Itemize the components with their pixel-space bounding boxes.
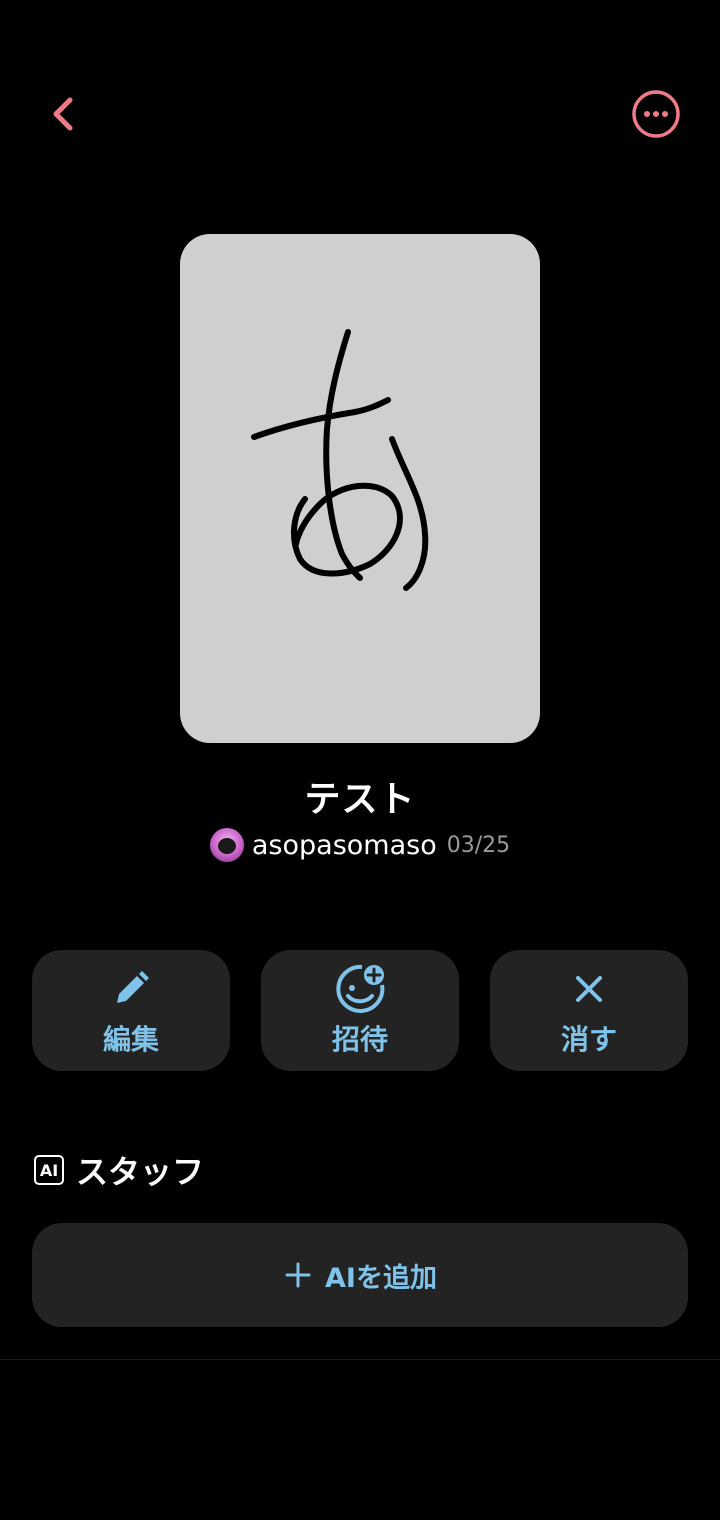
staff-section-title: スタッフ [76,1153,205,1191]
invite-smile-plus-icon [334,964,386,1014]
add-ai-button[interactable]: AIを追加 [32,1223,688,1327]
more-options-button[interactable] [628,86,684,142]
ai-badge-icon: AI [34,1155,64,1185]
invite-button[interactable]: 招待 [261,950,459,1071]
owner-row[interactable]: asopasomaso 03/25 [0,828,720,862]
edit-button[interactable]: 編集 [32,950,230,1071]
close-icon [569,964,609,1014]
more-horizontal-circle-icon [632,90,680,138]
room-cover-image[interactable] [180,234,540,743]
invite-label: 招待 [331,1022,388,1056]
staff-section-header: AI スタッフ [34,1148,204,1192]
back-button[interactable] [36,86,92,142]
avatar [209,828,244,862]
edit-label: 編集 [102,1022,159,1056]
chevron-left-icon [53,97,73,131]
divider [0,1359,720,1360]
delete-button[interactable]: 消す [490,950,688,1071]
created-date: 03/25 [446,832,511,858]
delete-label: 消す [560,1022,617,1056]
pencil-icon [109,964,153,1014]
plus-icon [285,1262,311,1288]
owner-name: asopasomaso [251,829,437,861]
room-title: テスト [304,779,416,820]
handwritten-drawing [251,329,429,591]
add-ai-label: AIを追加 [325,1262,437,1294]
